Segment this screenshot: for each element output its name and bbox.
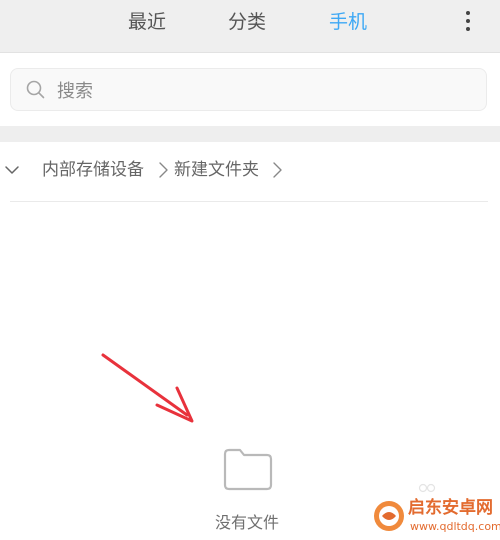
search-icon — [26, 80, 45, 99]
watermark-url: www.qdltdq.com — [410, 520, 500, 533]
more-dot-icon — [466, 19, 470, 23]
breadcrumb-item-internal-storage[interactable]: 内部存储设备 — [42, 158, 144, 182]
top-tab-bar: 最近 分类 手机 — [0, 0, 500, 53]
tab-phone[interactable]: 手机 — [329, 8, 367, 36]
file-manager-screen: 最近 分类 手机 内部存储设备 新建文件夹 — [0, 0, 500, 540]
chevron-down-icon[interactable] — [4, 162, 20, 178]
more-dot-icon — [466, 11, 470, 15]
section-separator — [0, 126, 500, 142]
watermark-title: 启东安卓网 — [408, 498, 493, 518]
folder-icon — [223, 448, 273, 491]
empty-state-label: 没有文件 — [215, 513, 280, 532]
site-watermark: 启东安卓网 www.qdltdq.com — [370, 494, 500, 540]
tab-recent[interactable]: 最近 — [128, 8, 166, 36]
search-area — [0, 53, 500, 126]
watermark-logo-icon — [374, 501, 404, 531]
divider — [10, 201, 488, 202]
chevron-right-icon — [273, 162, 282, 178]
breadcrumb-item-new-folder[interactable]: 新建文件夹 — [174, 158, 259, 182]
search-box[interactable] — [10, 68, 487, 111]
watermark-mark-icon — [418, 483, 436, 493]
search-input[interactable] — [55, 75, 459, 107]
more-dot-icon — [466, 27, 470, 31]
chevron-right-icon — [159, 162, 168, 178]
breadcrumb: 内部存储设备 新建文件夹 — [0, 142, 500, 200]
annotation-arrow-icon — [101, 353, 194, 423]
tab-category[interactable]: 分类 — [228, 8, 266, 36]
more-options-button[interactable] — [456, 6, 480, 38]
